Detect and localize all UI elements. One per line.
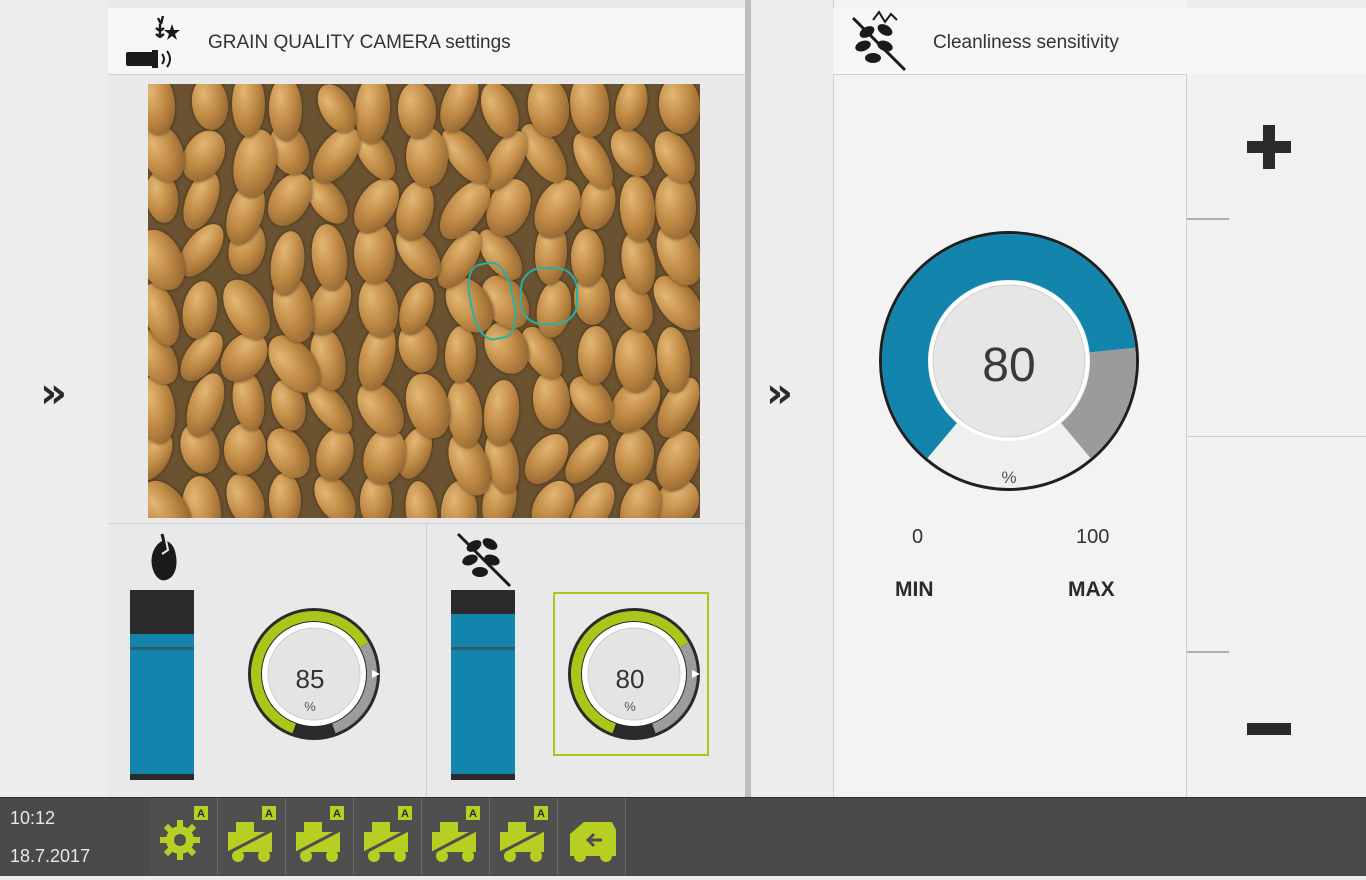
expand-middle-chevron[interactable]: » [766, 372, 816, 422]
broken-grain-dial-unit: % [304, 699, 316, 714]
threshing-drum-icon[interactable]: A [286, 798, 354, 875]
grain-kernel [656, 84, 700, 136]
expand-left-chevron[interactable]: » [40, 372, 90, 422]
svg-text:A: A [469, 808, 477, 820]
grain-kernel [398, 368, 458, 444]
grain-tank-icon[interactable]: A [422, 798, 490, 875]
grain-kernel [148, 84, 178, 137]
straw-chopper-icon[interactable]: A [218, 798, 286, 875]
grain-kernel [354, 274, 403, 342]
grain-kernel [577, 325, 614, 384]
sensitivity-panel-title: Cleanliness sensitivity [933, 32, 1119, 53]
cleanliness-sensitivity-icon [851, 10, 907, 72]
grain-camera-image [148, 84, 700, 518]
svg-text:A: A [537, 808, 545, 820]
button-tick [1187, 651, 1229, 653]
grain-kernel [567, 84, 611, 138]
sensitivity-panel-header: Cleanliness sensitivity [833, 8, 1366, 75]
grain-kernel [148, 374, 179, 446]
grain-kernel [610, 84, 653, 134]
cleanliness-dial-unit: % [624, 699, 636, 714]
grain-camera-icon [126, 15, 180, 68]
broken-grain-icon [151, 533, 177, 581]
clock-date: 18.7.2017 [10, 846, 91, 866]
combine-harvester-icon[interactable]: A [354, 798, 422, 875]
grain-kernel [612, 426, 657, 486]
grain-kernel [443, 325, 477, 384]
grain-kernel [617, 174, 658, 243]
cleanliness-icon [456, 532, 512, 588]
svg-text:A: A [333, 808, 341, 820]
reverse-drive-icon[interactable] [558, 798, 626, 875]
straw-chopper-icon-glyph: A [225, 806, 277, 862]
settings-gear-icon-glyph: A [160, 806, 208, 860]
level-tick [451, 647, 515, 650]
grain-kernel [402, 479, 442, 518]
button-tick [1187, 218, 1229, 220]
cleanliness-level-bar [451, 590, 515, 780]
grain-kernel [392, 277, 441, 340]
grain-kernel [213, 271, 281, 348]
camera-panel-title: GRAIN QUALITY CAMERA settings [208, 32, 511, 53]
threshing-drum-icon-glyph: A [293, 806, 345, 862]
broken-grain-level-fill [130, 634, 194, 774]
unloading-auger-icon-glyph: A [497, 806, 549, 862]
sensitivity-unit: % [1001, 468, 1017, 487]
broken-grain-dial-value: 85 [295, 664, 325, 694]
grain-kernel [480, 377, 522, 448]
grain-kernel [219, 468, 272, 518]
grain-kernel [432, 84, 487, 138]
svg-text:A: A [197, 808, 205, 820]
grain-kernel [221, 420, 269, 477]
grain-kernel [188, 84, 231, 133]
sensitivity-value: 80 [982, 339, 1036, 392]
divider [426, 524, 427, 797]
scale-min-label: MIN [895, 578, 934, 601]
svg-text:A: A [401, 808, 409, 820]
cleanliness-dial-value: 80 [615, 664, 645, 694]
clock-time: 10:12 [10, 808, 56, 828]
cleanliness-level-fill [451, 614, 515, 774]
decrease-button[interactable] [1187, 437, 1366, 797]
scale-min-value: 0 [912, 526, 924, 548]
scale-max-label: MAX [1068, 578, 1115, 601]
reverse-drive-icon-glyph [570, 822, 616, 862]
camera-panel-header: GRAIN QUALITY CAMERA settings [108, 8, 745, 75]
plus-icon-vertical [1263, 125, 1275, 169]
svg-text:A: A [265, 808, 273, 820]
grain-tank-icon-glyph: A [429, 806, 481, 862]
settings-gear-icon[interactable]: A [150, 798, 218, 875]
unloading-auger-icon[interactable]: A [490, 798, 558, 875]
minus-icon [1247, 723, 1291, 735]
broken-grain-level-bar [130, 590, 194, 780]
detected-broken-grain-outline [520, 267, 578, 325]
combine-harvester-icon-glyph: A [361, 806, 413, 862]
grain-kernel [310, 424, 360, 485]
increase-button[interactable] [1187, 74, 1366, 437]
grain-kernel [268, 473, 302, 518]
level-tick [130, 647, 194, 650]
scale-max-value: 100 [1076, 526, 1110, 548]
